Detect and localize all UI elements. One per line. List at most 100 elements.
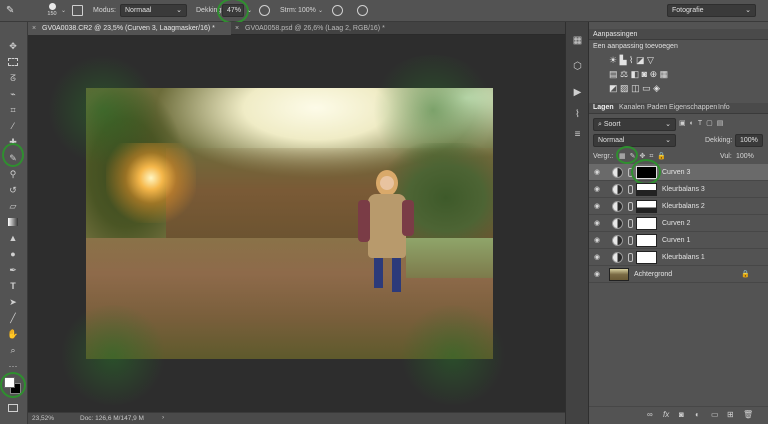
pen-tool-icon[interactable]: ✒ <box>5 264 21 276</box>
link-chain-icon[interactable] <box>628 253 633 262</box>
trash-icon[interactable]: 🗑 <box>743 410 753 419</box>
move-tool-icon[interactable]: ✥ <box>5 40 21 52</box>
layer-row-kleurbalans-1[interactable]: ◉ Kleurbalans 1 <box>589 249 768 266</box>
marquee-tool-icon[interactable] <box>5 56 21 68</box>
hand-tool-icon[interactable]: ✋ <box>5 328 21 340</box>
brush-preset-picker[interactable]: 150 <box>44 2 60 20</box>
blur-tool-icon[interactable]: ▲ <box>5 232 21 244</box>
path-select-tool-icon[interactable]: ➤ <box>5 296 21 308</box>
visibility-eye-icon[interactable]: ◉ <box>594 271 603 278</box>
layer-opacity-field[interactable]: 100% <box>735 134 763 147</box>
levels-icon[interactable]: ▙ <box>620 55 627 65</box>
layer-mask-thumbnail[interactable] <box>636 234 657 247</box>
new-layer-icon[interactable]: ⊞ <box>727 410 734 419</box>
adjustments-panel-title[interactable]: Aanpassingen <box>589 29 768 40</box>
invert-icon[interactable]: ◩ <box>609 83 618 93</box>
photo-filter-icon[interactable]: ◙ <box>642 69 647 79</box>
layer-row-curven-3[interactable]: ◉ Curven 3 <box>589 164 768 181</box>
layer-image-thumbnail[interactable] <box>609 268 629 281</box>
lock-icon[interactable]: 🔒 <box>741 270 750 278</box>
black-white-icon[interactable]: ◧ <box>631 69 640 79</box>
threshold-icon[interactable]: ◫ <box>631 83 640 93</box>
chevron-down-icon[interactable]: ⌄ <box>247 7 252 14</box>
tab-channels[interactable]: Kanalen <box>619 104 645 111</box>
brush-tool-icon[interactable]: ✎ <box>6 5 18 17</box>
chevron-down-icon[interactable]: ⌄ <box>318 7 323 14</box>
layer-mask-thumbnail[interactable] <box>636 183 657 196</box>
lasso-tool-icon[interactable]: ᘔ <box>5 72 21 84</box>
canvas-area[interactable] <box>28 35 565 412</box>
crop-tool-icon[interactable]: ⌗ <box>5 104 21 116</box>
new-group-icon[interactable]: ▭ <box>711 410 719 419</box>
link-layers-icon[interactable]: ∞ <box>647 410 653 419</box>
brush-panel-icon[interactable] <box>72 5 83 16</box>
history-panel-icon[interactable]: ▦ <box>571 34 584 47</box>
pressure-size-icon[interactable] <box>357 5 368 16</box>
visibility-eye-icon[interactable]: ◉ <box>594 254 603 261</box>
properties-panel-icon[interactable]: ≡ <box>571 128 584 141</box>
visibility-eye-icon[interactable]: ◉ <box>594 169 603 176</box>
fx-icon[interactable]: fx <box>663 410 669 419</box>
dodge-tool-icon[interactable]: ● <box>5 248 21 260</box>
zoom-level[interactable]: 23,52% <box>32 415 54 422</box>
curves-icon[interactable]: ⌇ <box>629 55 633 65</box>
brightness-icon[interactable]: ☀ <box>609 55 617 65</box>
pressure-opacity-icon[interactable] <box>259 5 270 16</box>
add-mask-icon[interactable]: ◙ <box>679 410 684 419</box>
flow-value[interactable]: 100% <box>298 7 316 14</box>
tab-document[interactable]: × GV0A0058.psd @ 26,6% (Laag 2, RGB/16) … <box>231 22 431 35</box>
workspace-select[interactable]: Fotografie ⌄ <box>667 4 756 17</box>
shape-filter-icon[interactable]: ▢ <box>706 120 717 127</box>
eyedropper-tool-icon[interactable]: ⁄ <box>5 120 21 132</box>
pixel-filter-icon[interactable]: ▣ <box>679 120 690 127</box>
close-icon[interactable]: × <box>235 22 239 35</box>
layer-row-kleurbalans-3[interactable]: ◉ Kleurbalans 3 <box>589 181 768 198</box>
actions-play-icon[interactable]: ▶ <box>571 86 584 99</box>
adjustment-filter-icon[interactable]: ◐ <box>690 120 698 127</box>
visibility-eye-icon[interactable]: ◉ <box>594 220 603 227</box>
layer-mask-thumbnail[interactable] <box>636 200 657 213</box>
mode-select[interactable]: Normaal ⌄ <box>120 4 187 17</box>
blend-mode-select[interactable]: Normaal ⌄ <box>593 134 676 147</box>
line-tool-icon[interactable]: ╱ <box>5 312 21 324</box>
gradient-tool-icon[interactable] <box>5 216 21 228</box>
brush-settings-icon[interactable]: ⌇ <box>571 108 584 121</box>
link-chain-icon[interactable] <box>628 219 633 228</box>
exposure-icon[interactable]: ◪ <box>636 55 645 65</box>
hue-saturation-icon[interactable]: ▤ <box>609 69 618 79</box>
visibility-eye-icon[interactable]: ◉ <box>594 186 603 193</box>
link-chain-icon[interactable] <box>628 185 633 194</box>
history-brush-tool-icon[interactable]: ↺ <box>5 184 21 196</box>
type-tool-icon[interactable]: T <box>5 280 21 292</box>
vibrance-icon[interactable]: ▽ <box>647 55 654 65</box>
color-lookup-icon[interactable]: ▦ <box>660 69 669 79</box>
channel-mixer-icon[interactable]: ⊕ <box>650 69 658 79</box>
fill-value[interactable]: 100% <box>736 153 754 160</box>
layer-mask-thumbnail[interactable] <box>636 217 657 230</box>
visibility-eye-icon[interactable]: ◉ <box>594 203 603 210</box>
visibility-eye-icon[interactable]: ◉ <box>594 237 603 244</box>
type-filter-icon[interactable]: T <box>698 120 706 127</box>
clone-stamp-tool-icon[interactable]: ⚲ <box>5 168 21 180</box>
chevron-down-icon[interactable]: ⌄ <box>61 7 66 14</box>
quick-select-tool-icon[interactable]: ⌁ <box>5 88 21 100</box>
tab-layers[interactable]: Lagen <box>593 104 614 111</box>
posterize-icon[interactable]: ▨ <box>620 83 629 93</box>
layer-row-curven-1[interactable]: ◉ Curven 1 <box>589 232 768 249</box>
tab-info[interactable]: Info <box>718 104 730 111</box>
eraser-tool-icon[interactable]: ▱ <box>5 200 21 212</box>
layer-filter-select[interactable]: ⌕ Soort ⌄ <box>593 118 676 131</box>
more-tools-icon[interactable]: ··· <box>5 360 21 372</box>
lock-all-icon[interactable]: 🔒 <box>657 153 670 160</box>
smart-object-filter-icon[interactable]: ▤ <box>717 120 728 127</box>
tab-active-document[interactable]: × GV0A0038.CR2 @ 23,5% (Curven 3, Laagma… <box>28 22 231 35</box>
layer-row-curven-2[interactable]: ◉ Curven 2 <box>589 215 768 232</box>
layer-row-kleurbalans-2[interactable]: ◉ Kleurbalans 2 <box>589 198 768 215</box>
selective-color-icon[interactable]: ◈ <box>653 83 660 93</box>
link-chain-icon[interactable] <box>628 202 633 211</box>
chevron-right-icon[interactable]: › <box>162 414 164 421</box>
gradient-map-icon[interactable]: ▭ <box>642 83 651 93</box>
airbrush-icon[interactable] <box>332 5 343 16</box>
layer-row-achtergrond[interactable]: ◉ Achtergrond 🔒 <box>589 266 768 283</box>
layer-mask-thumbnail[interactable] <box>636 251 657 264</box>
